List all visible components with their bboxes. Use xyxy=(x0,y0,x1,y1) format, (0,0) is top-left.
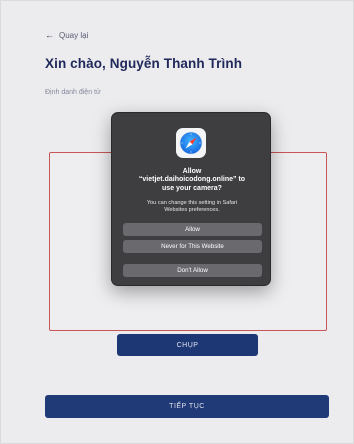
dialog-info-line: Websites preferences. xyxy=(164,207,220,213)
never-allow-button[interactable]: Never for This Website xyxy=(123,240,262,253)
dialog-title-line: use your camera? xyxy=(162,184,222,192)
camera-permission-dialog: Allow “vietjet.daihoicodong.online” to u… xyxy=(111,112,271,286)
safari-compass-icon xyxy=(176,128,206,158)
dialog-title: Allow “vietjet.daihoicodong.online” to u… xyxy=(118,168,266,193)
dialog-title-line: Allow xyxy=(182,168,202,175)
allow-button[interactable]: Allow xyxy=(123,223,262,236)
dialog-title-line: “vietjet.daihoicodong.online” to xyxy=(138,176,246,184)
dont-allow-button[interactable]: Don’t Allow xyxy=(123,264,262,277)
dialog-info-text: You can change this setting in Safari We… xyxy=(120,200,264,214)
dialog-info-line: You can change this setting in Safari xyxy=(146,200,238,206)
